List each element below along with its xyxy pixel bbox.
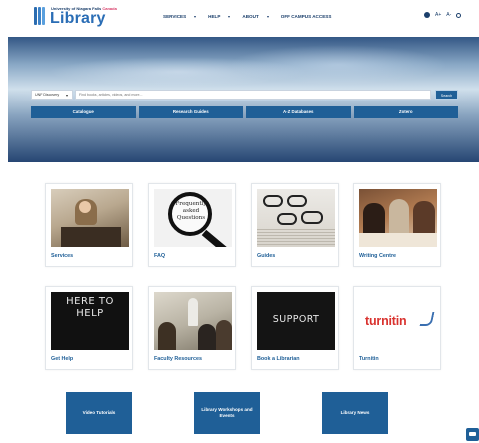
card-label: Writing Centre: [359, 253, 397, 259]
font-increase-button[interactable]: A+: [435, 12, 441, 18]
faq-image: Frequently asked Questions: [154, 189, 232, 247]
chat-icon[interactable]: [466, 428, 479, 441]
globe-icon[interactable]: [424, 12, 430, 18]
turnitin-mark-icon: [419, 312, 435, 326]
card-label: Get Help: [51, 356, 74, 362]
main-nav: SERVICES HELP ABOUT OFF CAMPUS ACCESS: [163, 14, 331, 19]
search-scope-select[interactable]: UNF Discovery: [31, 90, 73, 100]
library-workshops-link[interactable]: Library Workshops and Events: [194, 392, 260, 434]
card-writing-centre[interactable]: Writing Centre: [353, 183, 441, 267]
nav-services[interactable]: SERVICES: [163, 14, 208, 19]
quick-link-a-z-databases[interactable]: A-Z Databases: [246, 106, 351, 118]
hero-mist: [228, 45, 448, 85]
search-button[interactable]: Search: [435, 90, 458, 100]
library-news-link[interactable]: Library News: [322, 392, 388, 434]
card-faq[interactable]: Frequently asked Questions FAQ: [148, 183, 236, 267]
writing-centre-image: [359, 189, 437, 247]
header-tools: A+ A-: [424, 12, 462, 18]
search-icon[interactable]: [456, 12, 462, 18]
book-a-librarian-image: SUPPORT: [257, 292, 335, 350]
card-label: Guides: [257, 253, 276, 259]
services-image: [51, 189, 129, 247]
guides-image: [257, 189, 335, 247]
faculty-resources-image: [154, 292, 232, 350]
card-turnitin[interactable]: turnitin Turnitin: [353, 286, 441, 370]
card-label: Turnitin: [359, 356, 379, 362]
card-label: FAQ: [154, 253, 166, 259]
card-label: Services: [51, 253, 74, 259]
card-faculty-resources[interactable]: Faculty Resources: [148, 286, 236, 370]
site-header: University of Niagara Falls Canada Libra…: [0, 0, 479, 36]
card-label: Book a Librarian: [257, 356, 300, 362]
quick-links: Catalogue Research Guides A-Z Databases …: [31, 106, 458, 118]
faq-image-text: Frequently asked Questions: [175, 201, 207, 221]
card-get-help[interactable]: HERE TO HELP Get Help: [45, 286, 133, 370]
library-logo[interactable]: University of Niagara Falls Canada Libra…: [34, 6, 117, 28]
turnitin-logo-text: turnitin: [365, 314, 407, 328]
chevron-down-icon: [266, 15, 269, 18]
card-guides[interactable]: Guides: [251, 183, 339, 267]
quick-link-zotero[interactable]: Zotero: [353, 106, 458, 118]
turnitin-logo: turnitin: [359, 292, 437, 350]
chevron-down-icon: [66, 95, 68, 97]
nav-help[interactable]: HELP: [208, 14, 242, 19]
card-book-a-librarian[interactable]: SUPPORT Book a Librarian: [251, 286, 339, 370]
nav-about[interactable]: ABOUT: [242, 14, 280, 19]
chevron-down-icon: [228, 15, 231, 18]
quick-link-research-guides[interactable]: Research Guides: [138, 106, 243, 118]
logo-library-text: Library: [50, 10, 106, 27]
video-tutorials-link[interactable]: Video Tutorials: [66, 392, 132, 434]
get-help-image-text: HERE TO HELP: [66, 296, 114, 319]
get-help-image: HERE TO HELP: [51, 292, 129, 350]
nav-off-campus-access[interactable]: OFF CAMPUS ACCESS: [281, 14, 332, 19]
card-services[interactable]: Services: [45, 183, 133, 267]
card-label: Faculty Resources: [154, 356, 202, 362]
chevron-down-icon: [194, 15, 197, 18]
support-image-text: SUPPORT: [272, 314, 320, 325]
font-decrease-button[interactable]: A-: [446, 12, 451, 18]
search-input[interactable]: [75, 90, 431, 100]
discovery-search: UNF Discovery Search: [31, 90, 458, 100]
logo-mark-icon: [34, 7, 48, 25]
quick-link-catalogue[interactable]: Catalogue: [31, 106, 136, 118]
